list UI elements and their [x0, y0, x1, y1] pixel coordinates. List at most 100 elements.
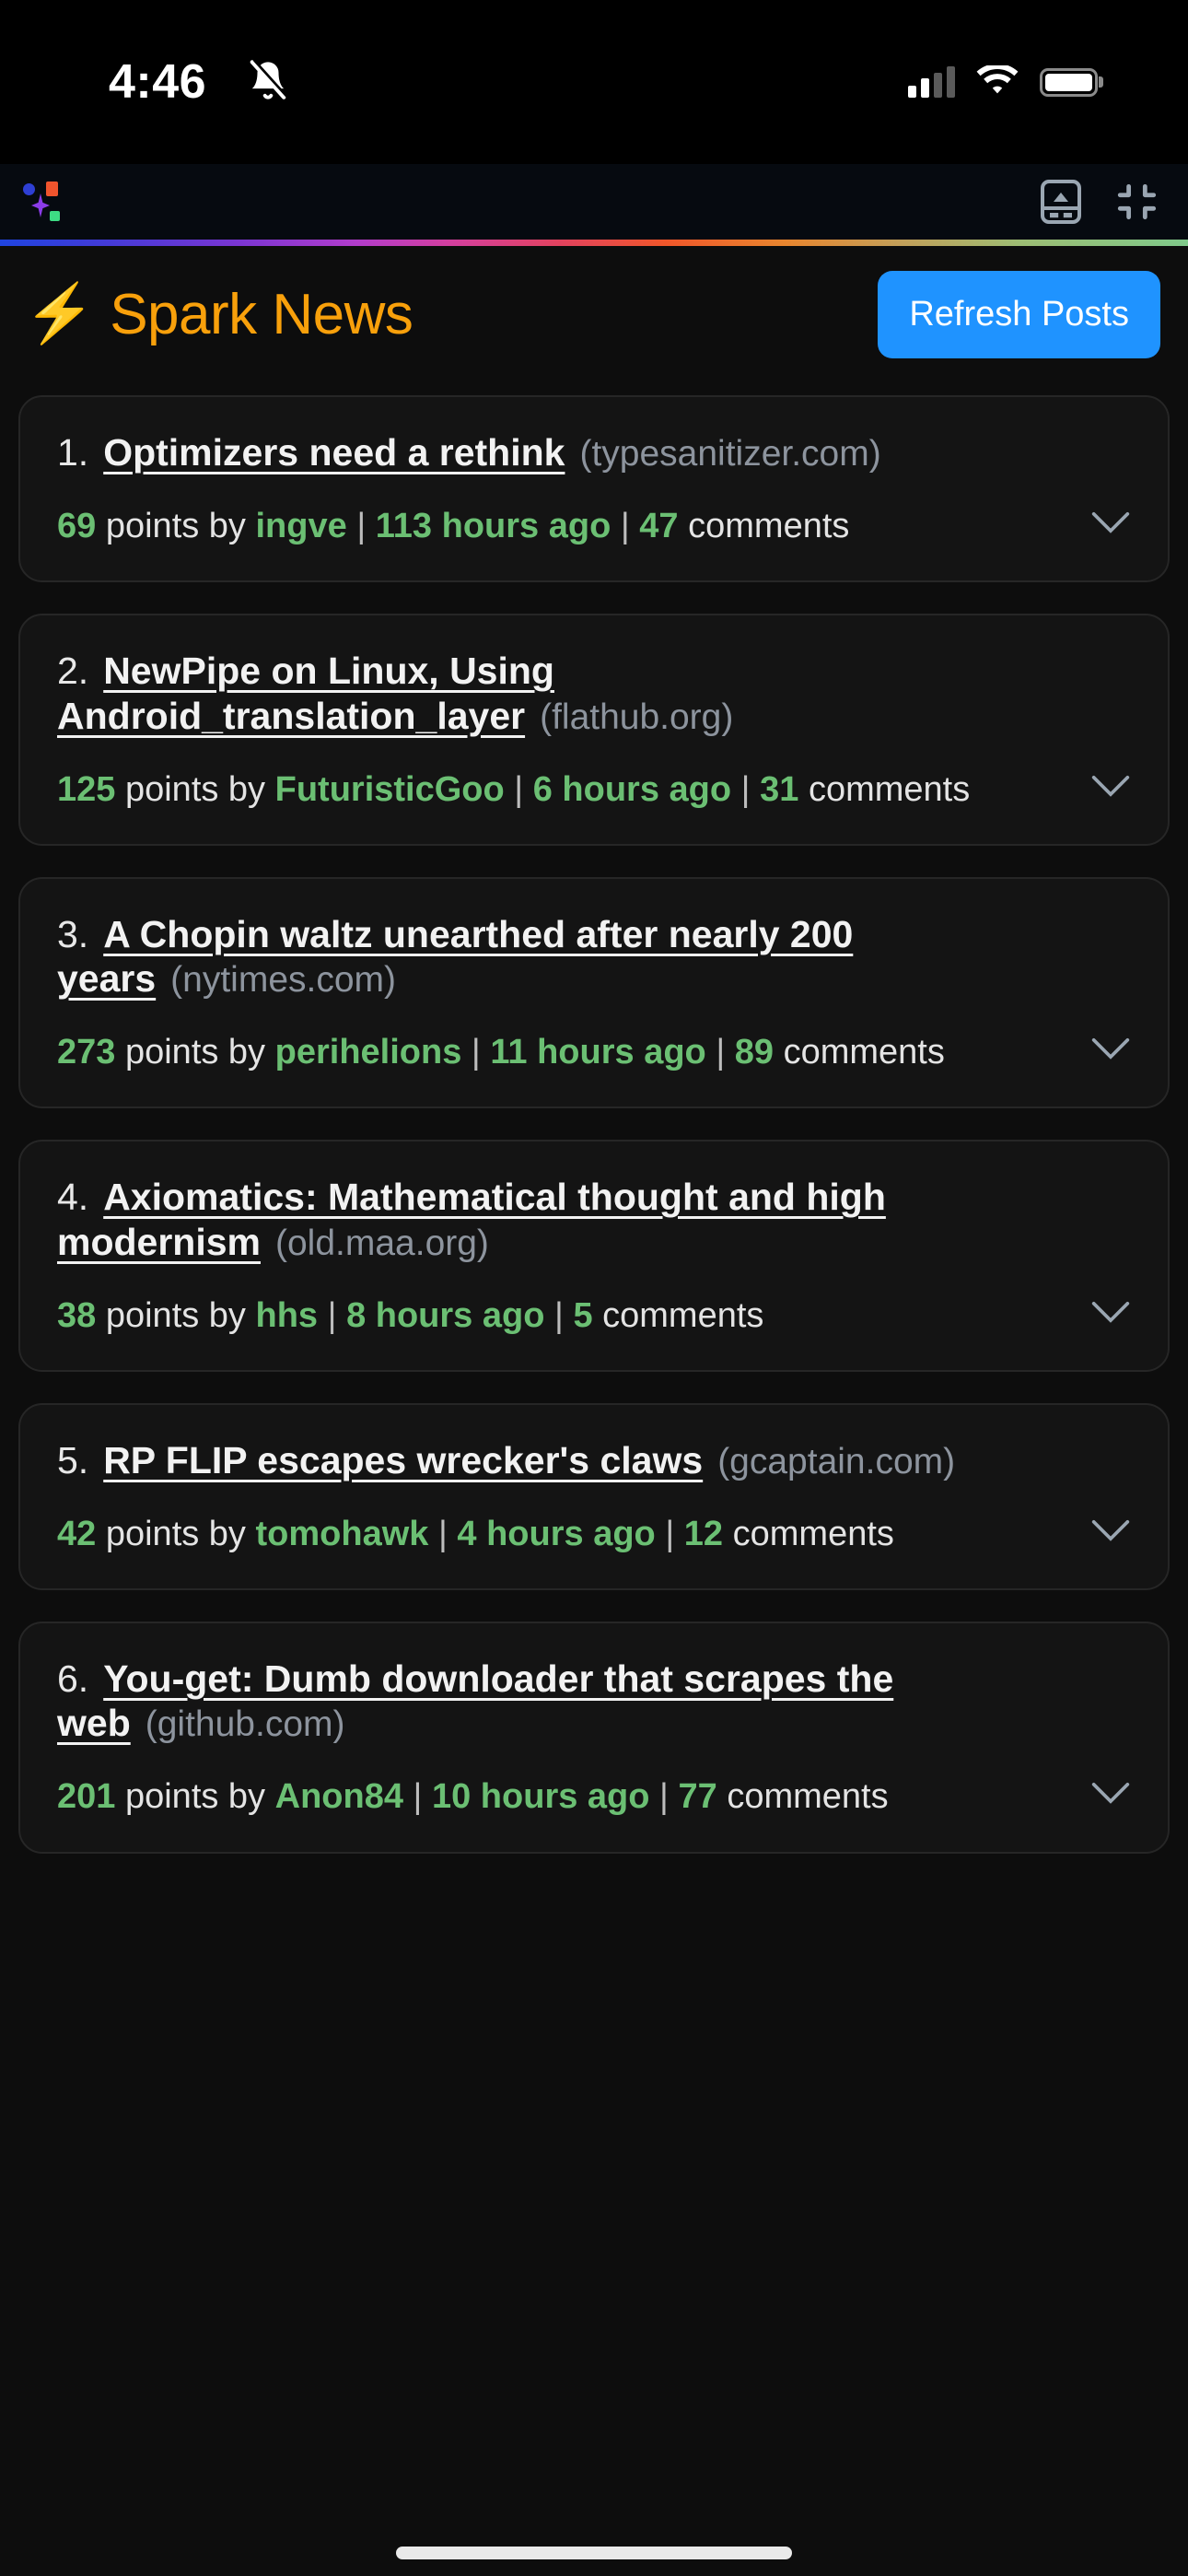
post-title-row: 2. NewPipe on Linux, Using Android_transl…	[57, 649, 1131, 738]
post-title-row: 4. Axiomatics: Mathematical thought and h…	[57, 1175, 1131, 1264]
meta-separator: |	[716, 1033, 726, 1072]
post-title-link[interactable]: RP FLIP escapes wrecker's claws	[103, 1439, 703, 1481]
post-domain: (gcaptain.com)	[717, 1441, 956, 1481]
meta-separator: |	[356, 507, 367, 546]
meta-separator: |	[740, 769, 751, 809]
battery-full-icon	[1040, 67, 1098, 97]
app-header: ⚡ Spark News Refresh Posts	[0, 246, 1188, 382]
post-meta-row: 273 points by perihelions | 11 hours ago…	[57, 1029, 1131, 1075]
post-points: 273	[57, 1033, 116, 1072]
post-card[interactable]: 6. You-get: Dumb downloader that scrapes …	[18, 1621, 1170, 1854]
post-points-label: points by	[105, 507, 246, 546]
post-comment-count[interactable]: 31	[760, 770, 798, 809]
status-bar-indicators	[908, 65, 1098, 99]
post-time: 10 hours ago	[431, 1777, 650, 1817]
post-card[interactable]: 3. A Chopin waltz unearthed after nearly …	[18, 876, 1170, 1109]
post-rank: 3.	[57, 912, 89, 955]
post-author[interactable]: hhs	[256, 1296, 319, 1335]
post-meta-row: 201 points by Anon84 | 10 hours ago | 77…	[57, 1774, 1131, 1820]
meta-separator: |	[437, 1514, 448, 1553]
post-comment-count[interactable]: 77	[678, 1777, 716, 1816]
post-card[interactable]: 1. Optimizers need a rethink (typesanitize…	[18, 395, 1170, 583]
chevron-down-icon[interactable]	[1081, 510, 1131, 539]
post-meta: 69 points by ingve | 113 hours ago | 47 …	[57, 503, 1065, 549]
post-title-row: 3. A Chopin waltz unearthed after nearly …	[57, 912, 1131, 1001]
post-meta-row: 38 points by hhs | 8 hours ago | 5 comme…	[57, 1293, 1131, 1339]
post-comments-label: comments	[808, 769, 971, 809]
meta-separator: |	[554, 1295, 564, 1335]
post-title-row: 1. Optimizers need a rethink (typesanitize…	[57, 430, 1131, 475]
post-comment-count[interactable]: 5	[573, 1296, 592, 1335]
post-comment-count[interactable]: 47	[639, 507, 678, 545]
post-time: 4 hours ago	[457, 1514, 656, 1553]
post-meta-row: 69 points by ingve | 113 hours ago | 47 …	[57, 503, 1131, 549]
show-keyboard-icon[interactable]	[1039, 178, 1083, 226]
post-title-row: 6. You-get: Dumb downloader that scrapes …	[57, 1657, 1131, 1746]
post-domain: (github.com)	[145, 1704, 345, 1745]
post-time: 113 hours ago	[375, 507, 611, 546]
post-author[interactable]: ingve	[256, 507, 347, 545]
chevron-down-icon[interactable]	[1081, 1300, 1131, 1329]
post-points-label: points by	[105, 1514, 246, 1553]
post-comments-label: comments	[732, 1514, 894, 1553]
post-domain: (flathub.org)	[540, 697, 734, 737]
post-rank: 4.	[57, 1176, 89, 1219]
app-logo-icon	[13, 176, 64, 228]
brand: ⚡ Spark News	[24, 282, 413, 347]
post-card[interactable]: 5. RP FLIP escapes wrecker's claws (gcapta…	[18, 1402, 1170, 1590]
post-time: 11 hours ago	[490, 1033, 706, 1072]
bell-slash-icon	[247, 57, 289, 108]
post-card[interactable]: 2. NewPipe on Linux, Using Android_transl…	[18, 614, 1170, 846]
post-author[interactable]: FuturisticGoo	[275, 770, 505, 809]
post-domain: (old.maa.org)	[275, 1223, 489, 1263]
post-points: 69	[57, 507, 97, 546]
post-time: 8 hours ago	[346, 1295, 545, 1335]
loading-gradient-bar	[0, 240, 1188, 246]
post-author[interactable]: perihelions	[275, 1033, 462, 1071]
meta-separator: |	[665, 1514, 675, 1553]
post-meta: 125 points by FuturisticGoo | 6 hours ag…	[57, 767, 1065, 813]
chevron-down-icon[interactable]	[1081, 1518, 1131, 1547]
post-meta-row: 42 points by tomohawk | 4 hours ago | 12…	[57, 1511, 1131, 1557]
post-comments-label: comments	[783, 1033, 945, 1072]
post-rank: 5.	[57, 1438, 89, 1481]
post-rank: 2.	[57, 650, 89, 693]
meta-separator: |	[413, 1777, 423, 1817]
lightning-bolt-icon: ⚡	[24, 282, 96, 345]
browser-chrome-bar	[0, 164, 1188, 240]
post-points-label: points by	[124, 1777, 266, 1817]
status-bar: 4:46	[0, 0, 1188, 164]
post-meta-row: 125 points by FuturisticGoo | 6 hours ag…	[57, 767, 1131, 813]
cellular-signal-icon	[908, 66, 955, 98]
post-author[interactable]: tomohawk	[256, 1515, 429, 1553]
meta-separator: |	[620, 507, 630, 546]
post-title-link[interactable]: NewPipe on Linux, Using Android_translat…	[57, 650, 554, 736]
status-bar-time: 4:46	[109, 55, 207, 109]
post-comments-label: comments	[602, 1295, 764, 1335]
home-indicator	[396, 2547, 792, 2559]
chevron-down-icon[interactable]	[1081, 774, 1131, 802]
post-comment-count[interactable]: 89	[735, 1033, 774, 1071]
refresh-posts-button[interactable]: Refresh Posts	[878, 270, 1160, 358]
meta-separator: |	[327, 1295, 337, 1335]
post-points: 201	[57, 1777, 116, 1817]
post-meta: 42 points by tomohawk | 4 hours ago | 12…	[57, 1511, 1065, 1557]
page-title: Spark News	[110, 282, 413, 346]
wifi-icon	[976, 65, 1019, 94]
post-card[interactable]: 4. Axiomatics: Mathematical thought and h…	[18, 1140, 1170, 1372]
post-title-row: 5. RP FLIP escapes wrecker's claws (gcapta…	[57, 1438, 1131, 1483]
post-meta: 201 points by Anon84 | 10 hours ago | 77…	[57, 1774, 1065, 1820]
collapse-fullscreen-icon[interactable]	[1114, 179, 1160, 225]
meta-separator: |	[471, 1033, 481, 1072]
chevron-down-icon[interactable]	[1081, 1781, 1131, 1809]
phone-screen: 4:46 ⚡ Spark News Refresh Posts 1. Optim…	[0, 0, 1188, 2576]
meta-separator: |	[514, 769, 524, 809]
post-title-link[interactable]: Optimizers need a rethink	[103, 431, 565, 474]
post-author[interactable]: Anon84	[275, 1777, 403, 1816]
post-domain: (typesanitizer.com)	[579, 434, 881, 474]
post-comment-count[interactable]: 12	[684, 1515, 723, 1553]
post-comments-label: comments	[727, 1777, 889, 1817]
chevron-down-icon[interactable]	[1081, 1036, 1131, 1065]
meta-separator: |	[659, 1777, 669, 1817]
post-meta: 38 points by hhs | 8 hours ago | 5 comme…	[57, 1293, 1065, 1339]
